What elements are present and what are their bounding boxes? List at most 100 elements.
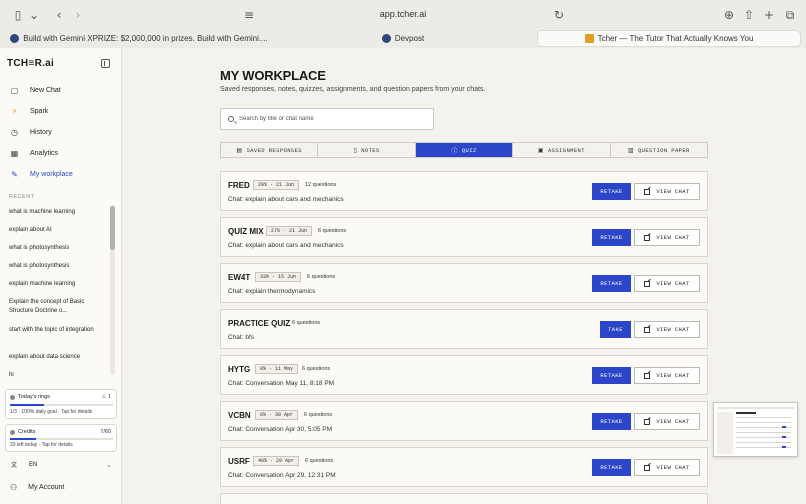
- quiz-name: FRED: [228, 181, 250, 190]
- recent-item[interactable]: what is photosynthesis: [9, 244, 105, 253]
- question-count: 6 questions: [318, 228, 347, 234]
- quiz-name: QUIZ MIX: [228, 227, 264, 236]
- recent-item[interactable]: what is photosynthesis: [9, 262, 105, 271]
- view-chat-button[interactable]: VIEW CHAT: [634, 183, 700, 200]
- recent-item[interactable]: start with the topic of integration: [9, 326, 105, 335]
- chat-source: Chat: explain thermodynamics: [228, 288, 316, 295]
- score-chip: 0% · 30 Apr: [255, 410, 299, 420]
- take-button[interactable]: TAKE: [600, 321, 631, 338]
- nav-analytics[interactable]: ▦ Analytics: [10, 146, 115, 160]
- question-count: 6 questions: [304, 412, 333, 418]
- my-account-button[interactable]: ⚇ My Account: [10, 483, 64, 492]
- tab-quiz[interactable]: ⓘ QUIZ: [415, 143, 514, 157]
- score-chip: 33% · 15 Jun: [255, 272, 302, 282]
- quiz-name: PRACTICE QUIZ: [228, 319, 291, 328]
- recent-scroll-thumb[interactable]: [110, 206, 115, 250]
- external-link-icon: [644, 464, 651, 471]
- nav-my-workplace[interactable]: ✎ My workplace: [10, 167, 115, 181]
- browser-toolbar: ▯ ⌄ ‹ › ≡ app.tcher.ai ↻ ⊕ ⇧ + ⧉: [0, 0, 806, 29]
- external-link-icon: [644, 280, 651, 287]
- quiz-name: USRF: [228, 457, 250, 466]
- quiz-item: PRACTICE QUIZ 6 questions Chat: bfs TAKE…: [220, 309, 708, 349]
- quiz-name: HYTG: [228, 365, 251, 374]
- quiz-item: HYTG 0% · 11 May 6 questions Chat: Conve…: [220, 355, 708, 395]
- view-chat-button[interactable]: VIEW CHAT: [634, 459, 700, 476]
- retake-button[interactable]: RETAKE: [592, 183, 631, 200]
- credits-value: 7/60: [100, 429, 111, 435]
- share-icon[interactable]: ⇧: [741, 7, 757, 23]
- tab-xprize[interactable]: Build with Gemini XPRIZE: $2,000,000 in …: [8, 30, 270, 47]
- tab-devpost[interactable]: Devpost: [272, 30, 534, 47]
- favicon-icon: [381, 34, 391, 43]
- view-chat-button[interactable]: VIEW CHAT: [634, 229, 700, 246]
- window-preview-thumbnail[interactable]: [713, 402, 798, 457]
- view-chat-button[interactable]: VIEW CHAT: [634, 321, 700, 338]
- credits-progress-fill: [10, 438, 36, 440]
- score-chip: 40% · 29 Apr: [253, 456, 300, 466]
- recent-item[interactable]: Explain the concept of Basic Structure D…: [9, 298, 105, 316]
- workplace-tabs: ▤ SAVED RESPONSES ▯ NOTES ⓘ QUIZ ▣ ASSIGNMEN…: [220, 142, 708, 158]
- recent-heading: RECENT: [9, 194, 35, 200]
- nav-new-chat[interactable]: ▢ New Chat: [10, 83, 115, 97]
- question-count: 12 questions: [305, 182, 337, 188]
- recent-item[interactable]: explain machine learning: [9, 280, 105, 289]
- tab-assignment[interactable]: ▣ ASSIGNMENT: [513, 143, 611, 157]
- reload-icon[interactable]: ↻: [551, 7, 567, 23]
- tab-strip: Build with Gemini XPRIZE: $2,000,000 in …: [0, 29, 806, 48]
- retake-button[interactable]: RETAKE: [592, 459, 631, 476]
- score-chip: 29% · 21 Jun: [253, 180, 300, 190]
- rings-card[interactable]: Today's rings ♨ 1 1/3 · 100% daily goal …: [5, 389, 117, 419]
- recent-item[interactable]: what is machine learning: [9, 208, 105, 217]
- score-chip: 27% · 21 Jun: [266, 226, 313, 236]
- recent-item[interactable]: hi: [9, 371, 105, 380]
- tab-overview-icon[interactable]: ⧉: [782, 7, 798, 23]
- recent-item[interactable]: explain about data science: [9, 353, 105, 362]
- history-icon: ◷: [11, 127, 18, 137]
- rings-count: 1: [107, 394, 111, 400]
- tab-saved-responses[interactable]: ▤ SAVED RESPONSES: [221, 143, 319, 157]
- recent-item[interactable]: explain about AI: [9, 226, 105, 235]
- nav-history[interactable]: ◷ History: [10, 125, 115, 139]
- favicon-icon: [584, 34, 594, 43]
- view-chat-button[interactable]: VIEW CHAT: [634, 367, 700, 384]
- chat-source: Chat: Conversation Apr 29, 12:31 PM: [228, 472, 336, 479]
- retake-button[interactable]: RETAKE: [592, 229, 631, 246]
- tab-notes[interactable]: ▯ NOTES: [318, 143, 416, 157]
- collapse-sidebar-icon[interactable]: [101, 59, 110, 68]
- external-link-icon: [644, 418, 651, 425]
- chevron-down-icon[interactable]: ⌄: [106, 461, 112, 469]
- translate-icon: 文: [11, 463, 18, 469]
- brand-logo[interactable]: TCH≡R.ai: [7, 58, 54, 69]
- new-tab-icon[interactable]: +: [761, 7, 777, 23]
- external-link-icon: [644, 234, 651, 241]
- clipboard-icon: ▣: [537, 146, 544, 154]
- download-icon[interactable]: ⊕: [721, 7, 737, 23]
- quiz-name: EW4T: [228, 273, 251, 282]
- view-chat-button[interactable]: VIEW CHAT: [634, 275, 700, 292]
- retake-button[interactable]: RETAKE: [592, 275, 631, 292]
- tab-question-paper[interactable]: ▥ QUESTION PAPER: [611, 143, 707, 157]
- credits-card[interactable]: Credits 7/60 33 left today · Tap for det…: [5, 424, 117, 452]
- rings-progress-fill: [10, 404, 44, 406]
- new-chat-icon: ▢: [10, 85, 19, 95]
- tab-tcher[interactable]: Tcher — The Tutor That Actually Knows Yo…: [537, 30, 801, 47]
- search-icon: [228, 116, 234, 122]
- language-selector[interactable]: 文 EN: [11, 460, 37, 470]
- search-input[interactable]: [239, 116, 429, 122]
- flame-icon: ♨: [101, 394, 107, 400]
- chat-source: Chat: explain about cars and mechanics: [228, 196, 344, 203]
- search-box[interactable]: [220, 108, 434, 130]
- retake-button[interactable]: RETAKE: [592, 413, 631, 430]
- rings-icon: [10, 394, 15, 400]
- quiz-name: VCBN: [228, 411, 251, 420]
- retake-button[interactable]: RETAKE: [592, 367, 631, 384]
- user-icon: ⚇: [10, 483, 18, 492]
- browser-chrome: ▯ ⌄ ‹ › ≡ app.tcher.ai ↻ ⊕ ⇧ + ⧉ Build w…: [0, 0, 806, 48]
- page-title: MY WORKPLACE: [220, 68, 326, 83]
- view-chat-button[interactable]: VIEW CHAT: [634, 413, 700, 430]
- question-count: 6 questions: [302, 366, 331, 372]
- nav-spark[interactable]: ⚡ Spark: [10, 104, 115, 118]
- quiz-item-partial: [220, 493, 708, 504]
- score-chip: 0% · 11 May: [255, 364, 299, 374]
- address-bar[interactable]: app.tcher.ai: [0, 9, 806, 19]
